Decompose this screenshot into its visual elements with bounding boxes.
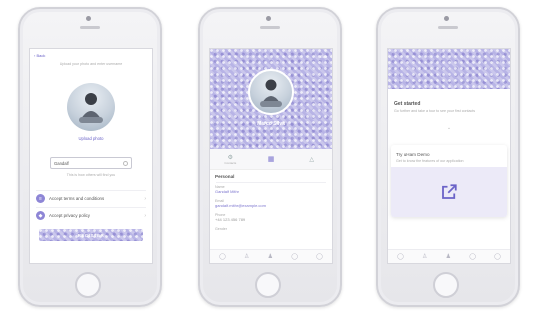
username-input[interactable]: Gandalf — [50, 157, 132, 169]
tab-contacts[interactable]: ⚙ Contacts — [210, 149, 251, 169]
register-button[interactable]: REGISTER — [39, 229, 143, 241]
document-icon: ≡ — [36, 194, 45, 203]
chevron-down-icon[interactable]: ⌄ — [388, 125, 510, 131]
speaker-grille — [80, 26, 100, 29]
register-label: REGISTER — [77, 232, 105, 238]
person-tab-icon[interactable]: ♙ — [422, 254, 427, 260]
settings-tab-icon[interactable]: ◯ — [494, 254, 501, 260]
edit-button[interactable]: Edit — [320, 54, 327, 59]
tab-label: Contacts — [224, 160, 237, 165]
profile-tabs: ⚙ Contacts ▦ △ — [210, 149, 332, 170]
field-email[interactable]: Email gandalf.mithr@example.com — [215, 199, 327, 208]
clear-icon[interactable] — [123, 160, 128, 166]
field-value: +44 123 456 789 — [215, 217, 246, 222]
get-started-subtitle: Go further and take a tour to see your f… — [394, 109, 476, 113]
people-tab-icon[interactable]: ♟ — [268, 254, 273, 260]
people-tab-icon[interactable]: ♟ — [446, 254, 451, 260]
field-name[interactable]: Name Gandalf Mithr — [215, 185, 327, 194]
demo-launch-area[interactable] — [391, 167, 507, 217]
shield-icon: ◆ — [36, 211, 45, 220]
home-button[interactable] — [255, 272, 281, 298]
divider — [216, 182, 326, 183]
upload-photo-link[interactable]: Upload photo — [30, 136, 152, 141]
header-hint: Upload your photo and enter username — [59, 62, 123, 66]
avatar-person-icon — [260, 79, 282, 107]
back-label: Back — [36, 53, 46, 58]
header-banner — [388, 49, 510, 89]
camera-dot — [444, 16, 449, 21]
bottom-tab-bar: ◯ ♙ ♟ ◯ ◯ — [388, 249, 510, 263]
privacy-label: Accept privacy policy — [49, 213, 90, 218]
section-title: Personal — [215, 174, 235, 179]
divider — [36, 190, 146, 191]
avatar[interactable] — [67, 83, 115, 131]
home-button[interactable] — [75, 272, 101, 298]
bottom-tab-bar: ◯ ♙ ♟ ◯ ◯ — [210, 249, 332, 263]
camera-dot — [266, 16, 271, 21]
avatar-person-icon — [79, 93, 103, 123]
chat-tab-icon[interactable]: ◯ — [291, 254, 298, 260]
privacy-row[interactable]: ◆ Accept privacy policy › — [36, 209, 146, 222]
field-gender[interactable]: Gender — [215, 227, 327, 231]
grid-icon: ▦ — [267, 156, 275, 163]
demo-card-subtitle: Get to know the features of our applicat… — [396, 159, 464, 163]
registration-screen: ‹ Back Upload your photo and enter usern… — [29, 48, 153, 264]
speaker-grille — [260, 26, 280, 29]
divider — [36, 207, 146, 208]
demo-card[interactable]: Try uHam Demo Get to know the features o… — [391, 145, 507, 217]
gear-icon: ⚙ — [227, 154, 234, 161]
settings-tab-icon[interactable]: ◯ — [316, 254, 323, 260]
get-started-title: Get started — [394, 101, 421, 107]
home-button[interactable] — [433, 272, 459, 298]
phone-frame-3: Get started Go further and take a tour t… — [376, 7, 520, 307]
field-value: gandalf.mithr@example.com — [215, 203, 266, 208]
warning-icon: △ — [309, 156, 314, 163]
chevron-right-icon: › — [144, 195, 146, 202]
tab-grid[interactable]: ▦ — [251, 149, 292, 169]
get-started-screen: Get started Go further and take a tour t… — [387, 48, 511, 264]
speaker-grille — [438, 26, 458, 29]
chevron-right-icon: › — [144, 212, 146, 219]
home-tab-icon[interactable]: ◯ — [397, 254, 404, 260]
profile-name: Marco Silva — [257, 121, 285, 127]
tab-alerts[interactable]: △ — [291, 149, 332, 169]
home-tab-icon[interactable]: ◯ — [219, 254, 226, 260]
terms-label: Accept terms and conditions — [49, 196, 105, 201]
back-button[interactable]: ‹ Back — [34, 53, 45, 58]
person-tab-icon[interactable]: ♙ — [244, 254, 249, 260]
field-phone[interactable]: Phone +44 123 456 789 — [215, 213, 327, 222]
field-value: Gandalf Mithr — [215, 189, 240, 194]
demo-card-title: Try uHam Demo — [396, 152, 430, 157]
phone-frame-1: ‹ Back Upload your photo and enter usern… — [18, 7, 162, 307]
profile-screen: Edit Marco Silva ⚙ Contacts ▦ △ Personal — [209, 48, 333, 264]
external-link-icon — [442, 184, 457, 199]
phone-frame-2: Edit Marco Silva ⚙ Contacts ▦ △ Personal — [198, 7, 342, 307]
chat-tab-icon[interactable]: ◯ — [469, 254, 476, 260]
avatar[interactable] — [248, 69, 294, 115]
camera-dot — [86, 16, 91, 21]
username-hint: This is how others will find you — [66, 173, 116, 177]
username-value: Gandalf — [54, 160, 69, 166]
field-label: Gender — [215, 227, 227, 231]
terms-row[interactable]: ≡ Accept terms and conditions › — [36, 192, 146, 205]
